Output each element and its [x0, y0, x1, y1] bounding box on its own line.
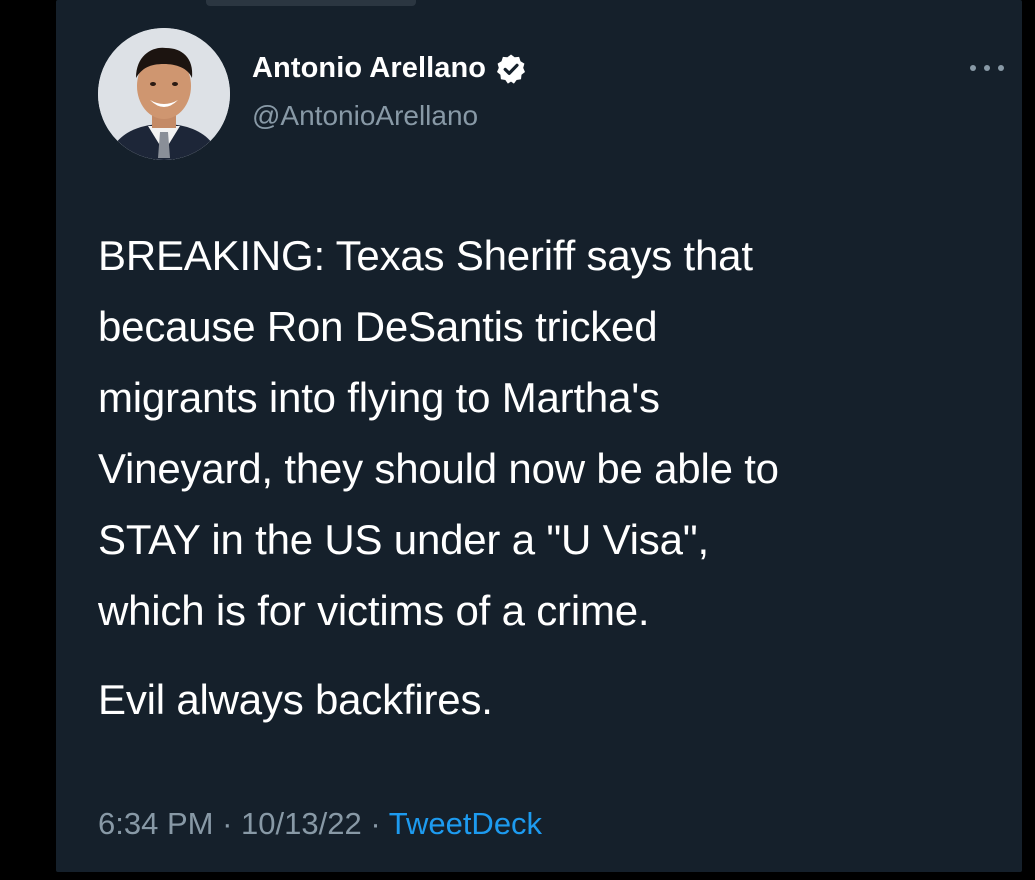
- meta-separator: ·: [370, 806, 381, 841]
- tweet-text: BREAKING: Texas Sheriff says that becaus…: [98, 220, 998, 735]
- previous-element-edge: [206, 0, 416, 6]
- author-handle[interactable]: @AntonioArellano: [252, 100, 478, 132]
- tweet-source-link[interactable]: TweetDeck: [389, 806, 542, 841]
- tweet-paragraph: BREAKING: Texas Sheriff says that becaus…: [98, 232, 779, 634]
- tweet-time[interactable]: 6:34 PM: [98, 806, 213, 841]
- avatar[interactable]: [98, 28, 230, 160]
- avatar-portrait: [98, 28, 230, 160]
- meta-separator: ·: [222, 806, 233, 841]
- tweet-metadata: 6:34 PM · 10/13/22 · TweetDeck: [98, 806, 542, 842]
- more-dot: [998, 65, 1004, 71]
- tweet-date[interactable]: 10/13/22: [241, 806, 362, 841]
- verified-badge-icon: [495, 53, 527, 85]
- more-dot: [970, 65, 976, 71]
- tweet-card: Antonio Arellano @AntonioArellano BREAKI…: [56, 0, 1022, 872]
- author-name-row[interactable]: Antonio Arellano: [252, 52, 527, 85]
- display-name[interactable]: Antonio Arellano: [252, 52, 486, 85]
- screenshot-frame: Antonio Arellano @AntonioArellano BREAKI…: [0, 0, 1035, 880]
- more-dot: [984, 65, 990, 71]
- more-options-icon[interactable]: [970, 62, 1004, 74]
- tweet-paragraph: Evil always backfires.: [98, 676, 493, 723]
